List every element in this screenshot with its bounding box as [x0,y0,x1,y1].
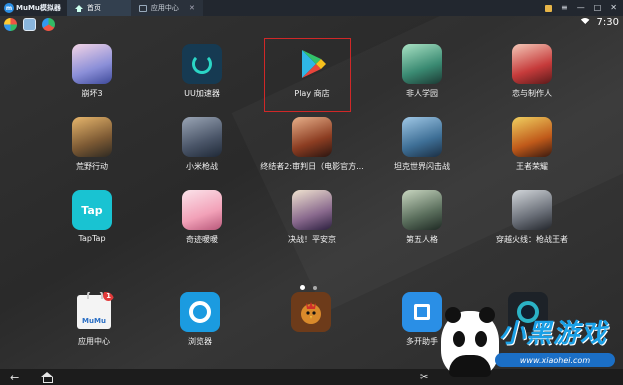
app-label: 王者荣耀 [516,162,548,171]
play-store-highlight-box [264,38,351,112]
app-label: 决战！平安京 [288,235,336,244]
status-notification-icons [4,18,55,31]
app-label: 荒野行动 [76,162,108,171]
app-terminator2[interactable]: 终结者2:审判日（电影官方... [260,117,364,172]
app-label: 终结者2:审判日（电影官方... [260,162,364,171]
menu-button[interactable]: ≡ [561,4,568,12]
mumu-logo-icon: m [4,3,14,13]
app-love-producer[interactable]: 恋与制作人 [482,44,582,99]
app-xiaomi-gunfight[interactable]: 小米枪战 [152,117,252,172]
app-label: 小米枪战 [186,162,218,171]
app-center-tab-icon [138,4,147,12]
app-label: 崩坏3 [81,89,103,98]
home-icon [74,4,83,12]
identity-v-icon [402,190,442,230]
watermark-url: www.xiaohei.com [495,353,615,367]
tab-home[interactable]: 首页 [66,0,131,16]
dock-browser[interactable]: 浏览器 [150,292,250,347]
uu-accelerator-icon [182,44,222,84]
scissors-icon[interactable]: ✂ [420,372,428,383]
panda-mascot-icon [441,307,499,377]
window-controls: ≡ — □ ✕ [545,4,623,12]
back-arrow-icon[interactable]: ← [10,371,19,384]
wifi-icon [578,18,591,27]
minimize-button[interactable]: — [577,4,585,12]
app-label: 穿越火线：枪战王者 [496,235,568,244]
app-label: 第五人格 [406,235,438,244]
dock-rooster-game[interactable] [261,292,361,332]
terminator2-icon [292,117,332,157]
browser-icon [180,292,220,332]
app-label: 非人学园 [406,89,438,98]
clock: 7:30 [596,17,619,28]
miracle-nikki-icon [182,190,222,230]
tab-app-center[interactable]: 应用中心 ✕ [130,0,203,16]
app-crossfire[interactable]: 穿越火线：枪战王者 [482,190,582,245]
brand-name: MuMu模拟器 [16,4,61,12]
app-label: 坦克世界闪击战 [394,162,450,171]
app-feiren-xueyuan[interactable]: 非人学园 [372,44,472,99]
rooster-game-icon [291,292,331,332]
page-dot-active [300,285,305,290]
honkai3-icon [72,44,112,84]
maximize-button[interactable]: □ [594,4,602,12]
honor-of-kings-icon [512,117,552,157]
onmyoji-arena-icon [292,190,332,230]
tab-close-icon[interactable]: ✕ [189,4,195,12]
watermark-text: 小黑游戏 [499,319,608,349]
home-button-icon[interactable] [41,371,54,383]
feiren-xueyuan-icon [402,44,442,84]
app-honor-of-kings[interactable]: 王者荣耀 [482,117,582,172]
app-world-of-tanks-blitz[interactable]: 坦克世界闪击战 [372,117,472,172]
app-onmyoji-arena[interactable]: 决战！平安京 [262,190,362,245]
app-label: 奇迹暖暖 [186,235,218,244]
app-label: 浏览器 [188,337,212,346]
app-miracle-nikki[interactable]: 奇迹暖暖 [152,190,252,245]
app-knives-out[interactable]: 荒野行动 [42,117,142,172]
xiaomi-gunfight-icon [182,117,222,157]
crossfire-icon [512,190,552,230]
app-label: TapTap [78,234,106,243]
emulator-titlebar: m MuMu模拟器 首页 应用中心 ✕ ≡ — □ ✕ [0,0,623,16]
app-label: UU加速器 [184,89,220,98]
app-uu-accelerator[interactable]: UU加速器 [152,44,252,99]
notification-badge: 1 [103,292,114,301]
knives-out-icon [72,117,112,157]
app-taptap[interactable]: Tap TapTap [42,190,142,243]
brand: m MuMu模拟器 [0,0,67,16]
taptap-icon: Tap [72,190,112,230]
lock-icon[interactable] [545,4,553,12]
status-bar: 7:30 [0,16,623,38]
app-label: 应用中心 [78,337,110,346]
app-identity-v[interactable]: 第五人格 [372,190,472,245]
page-indicator [300,285,317,290]
status-right: 7:30 [578,17,619,28]
notification-store-icon [23,18,36,31]
tab-home-label: 首页 [86,4,101,12]
app-label: 恋与制作人 [512,89,552,98]
love-producer-icon [512,44,552,84]
page-dot[interactable] [313,285,317,290]
site-watermark: 小黑游戏 www.xiaohei.com [433,305,623,385]
dock-app-center[interactable]: MuMu 1 应用中心 [44,292,144,347]
android-home-screen: 7:30 崩坏3 UU加速器 Play 商店 非人学园 恋与制作人 荒野行动 小… [0,16,623,385]
app-center-icon: MuMu 1 [74,292,114,332]
app-honkai3[interactable]: 崩坏3 [42,44,142,99]
notification-app-icon [4,18,17,31]
close-button[interactable]: ✕ [610,4,617,12]
notification-game-icon [42,18,55,31]
tab-app-center-label: 应用中心 [150,4,179,12]
world-of-tanks-blitz-icon [402,117,442,157]
